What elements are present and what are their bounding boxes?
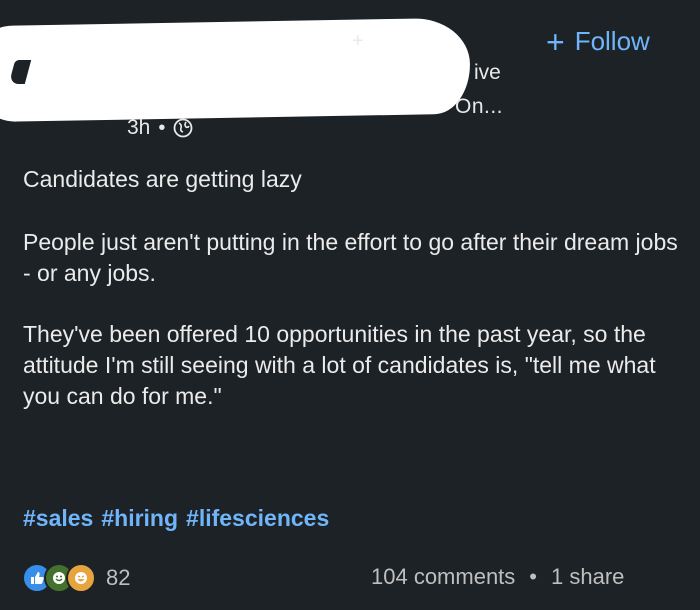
- comments-count-link[interactable]: 104 comments: [371, 564, 515, 590]
- globe-icon: [173, 118, 193, 138]
- post-stats: 104 comments • 1 share: [371, 564, 624, 590]
- meta-separator: •: [158, 116, 166, 139]
- reactions-summary[interactable]: 82: [22, 563, 130, 593]
- funny-icon: [66, 563, 96, 593]
- post-meta: 3h •: [127, 116, 193, 140]
- post-time: 3h: [127, 116, 151, 139]
- post-paragraph-3: They've been offered 10 opportunities in…: [23, 321, 656, 409]
- follow-button[interactable]: + Follow: [546, 23, 650, 60]
- hashtag-list: #sales #hiring #lifesciences: [23, 505, 329, 532]
- redaction-scribble-tail: [80, 78, 450, 112]
- follow-label: Follow: [574, 26, 650, 56]
- hashtag-sales[interactable]: #sales: [23, 505, 93, 532]
- hashtag-lifesciences[interactable]: #lifesciences: [186, 505, 329, 532]
- reaction-count: 82: [106, 565, 131, 590]
- plus-icon: +: [546, 23, 565, 60]
- author-subtitle-fragment: On...: [455, 95, 504, 118]
- hashtag-hiring[interactable]: #hiring: [101, 505, 178, 532]
- post-paragraph-2: People just aren't putting in the effort…: [23, 229, 678, 286]
- shares-count-link[interactable]: 1 share: [551, 564, 624, 590]
- author-headline-fragment: ive: [474, 61, 501, 84]
- post-paragraph-1: Candidates are getting lazy: [23, 166, 302, 192]
- author-name-suffix: +: [352, 30, 364, 52]
- stats-separator: •: [529, 564, 537, 589]
